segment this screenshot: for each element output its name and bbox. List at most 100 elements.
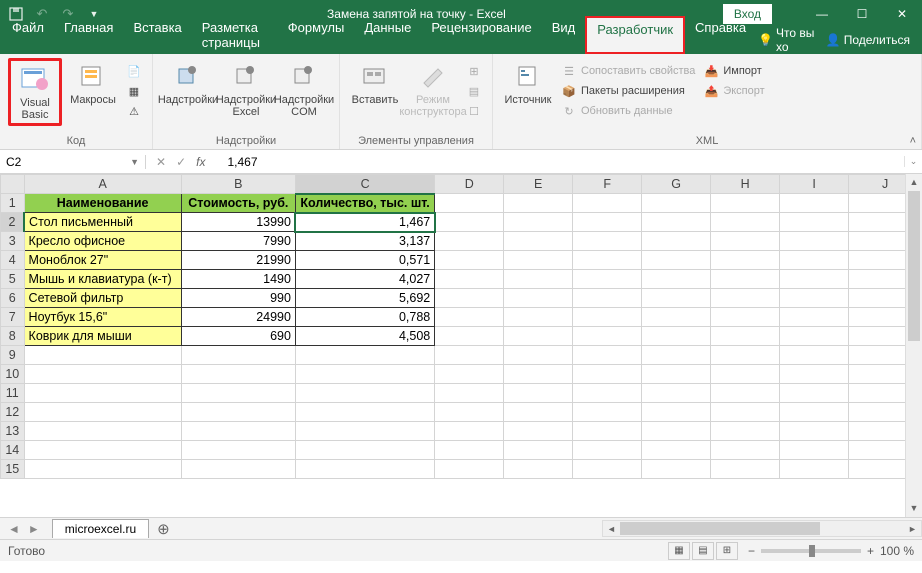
tab-рецензирование[interactable]: Рецензирование [421,16,541,54]
cell[interactable] [780,232,849,251]
qat-dropdown-icon[interactable]: ▼ [82,2,106,26]
zoom-in-button[interactable]: + [867,544,874,558]
tab-данные[interactable]: Данные [354,16,421,54]
expansion-packs-button[interactable]: 📦Пакеты расширения [559,82,697,100]
cell[interactable] [642,270,711,289]
visual-basic-button[interactable]: Visual Basic [8,58,62,126]
cell[interactable] [573,232,642,251]
cell[interactable] [780,308,849,327]
relative-refs-button[interactable]: ▦ [124,82,144,100]
row-header[interactable]: 15 [1,460,25,479]
close-button[interactable]: ✕ [882,0,922,28]
cell[interactable] [642,384,711,403]
cell[interactable] [711,308,780,327]
tab-справка[interactable]: Справка [685,16,756,54]
cell[interactable] [780,403,849,422]
cell[interactable] [435,327,504,346]
row-header[interactable]: 7 [1,308,25,327]
col-header[interactable]: E [504,175,573,194]
undo-icon[interactable]: ↶ [30,2,54,26]
cell[interactable] [504,251,573,270]
cell[interactable] [780,460,849,479]
cell[interactable] [711,270,780,289]
cell[interactable] [573,289,642,308]
cell[interactable] [504,289,573,308]
tab-формулы[interactable]: Формулы [278,16,355,54]
macro-security-button[interactable]: ⚠ [124,102,144,120]
cell[interactable]: 13990 [181,213,295,232]
cell[interactable] [435,365,504,384]
cell[interactable] [573,308,642,327]
cell[interactable] [642,422,711,441]
addins-com-button[interactable]: Надстройки COM [277,58,331,120]
cell[interactable] [435,232,504,251]
addins-excel-button[interactable]: Надстройки Excel [219,58,273,120]
cell[interactable] [573,384,642,403]
col-header[interactable]: G [642,175,711,194]
col-header[interactable]: I [780,175,849,194]
cell[interactable]: Коврик для мыши [24,327,181,346]
fx-icon[interactable]: fx [196,155,213,169]
cell[interactable] [711,384,780,403]
cell[interactable] [24,365,181,384]
cell[interactable]: 1,467 [295,213,434,232]
cell[interactable] [435,460,504,479]
cell[interactable]: 5,692 [295,289,434,308]
cell[interactable] [711,213,780,232]
cell[interactable] [504,422,573,441]
cell[interactable]: 1490 [181,270,295,289]
cell[interactable] [24,422,181,441]
row-header[interactable]: 6 [1,289,25,308]
minimize-button[interactable]: — [802,0,842,28]
tell-me[interactable]: 💡 Что вы хо [758,26,820,54]
accept-formula-icon[interactable]: ✓ [176,155,186,169]
row-header[interactable]: 1 [1,194,25,213]
cell[interactable] [181,346,295,365]
cell[interactable] [504,270,573,289]
cell[interactable]: 990 [181,289,295,308]
cell[interactable] [504,346,573,365]
col-header[interactable]: D [435,175,504,194]
save-icon[interactable] [4,2,28,26]
cell[interactable] [24,346,181,365]
cell[interactable] [711,289,780,308]
cell[interactable] [24,441,181,460]
hscroll-thumb[interactable] [620,522,820,535]
row-header[interactable]: 3 [1,232,25,251]
tab-вид[interactable]: Вид [542,16,586,54]
cell[interactable] [295,365,434,384]
cell[interactable] [573,270,642,289]
cell[interactable]: Моноблок 27" [24,251,181,270]
cell[interactable] [780,384,849,403]
cell[interactable] [435,213,504,232]
select-all-corner[interactable] [1,175,25,194]
cell[interactable]: Мышь и клавиатура (к-т) [24,270,181,289]
cell[interactable] [24,403,181,422]
scroll-up-icon[interactable]: ▲ [906,174,922,191]
cell[interactable]: Стол письменный [24,213,181,232]
cell[interactable] [181,422,295,441]
scroll-right-icon[interactable]: ► [904,524,921,534]
row-header[interactable]: 2 [1,213,25,232]
cell[interactable] [780,194,849,213]
worksheet-grid[interactable]: ABCDEFGHIJ1НаименованиеСтоимость, руб.Ко… [0,174,922,517]
cell[interactable] [504,308,573,327]
horizontal-scrollbar[interactable]: ◄ ► [602,520,922,537]
cell[interactable] [573,251,642,270]
sheet-nav[interactable]: ◄► [0,522,48,536]
cell[interactable]: Наименование [24,194,181,213]
scroll-down-icon[interactable]: ▼ [906,500,922,517]
share-button[interactable]: 👤 Поделиться [826,33,910,47]
vertical-scrollbar[interactable]: ▲ ▼ [905,174,922,517]
insert-control-button[interactable]: Вставить [348,58,402,108]
cell[interactable]: 4,508 [295,327,434,346]
cell[interactable] [504,460,573,479]
cell[interactable] [642,346,711,365]
cell[interactable] [780,327,849,346]
col-header[interactable]: F [573,175,642,194]
page-break-view-button[interactable]: ⊞ [716,542,738,560]
cell[interactable] [24,460,181,479]
cell[interactable]: 0,571 [295,251,434,270]
cell[interactable] [642,327,711,346]
cell[interactable] [181,441,295,460]
